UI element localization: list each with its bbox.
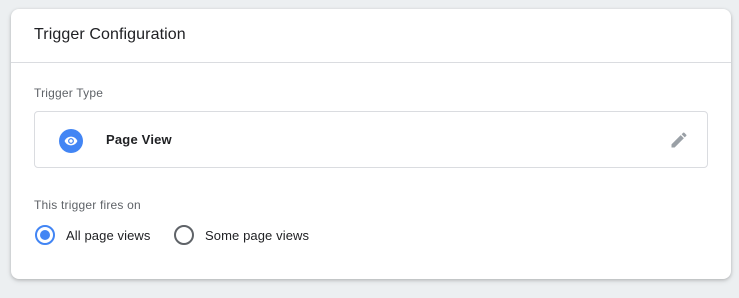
trigger-configuration-card: Trigger Configuration Trigger Type Page … [11, 9, 731, 279]
trigger-type-label: Trigger Type [34, 86, 104, 100]
card-title: Trigger Configuration [34, 26, 186, 43]
radio-checked-icon[interactable] [35, 225, 55, 245]
trigger-type-name: Page View [106, 132, 172, 147]
trigger-type-selector[interactable]: Page View [34, 111, 708, 168]
eye-icon [59, 129, 83, 153]
radio-some-page-views[interactable]: Some page views [174, 224, 309, 246]
radio-label: All page views [66, 227, 151, 243]
radio-unchecked-icon[interactable] [174, 225, 194, 245]
card-header: Trigger Configuration [11, 9, 731, 63]
fires-on-label: This trigger fires on [34, 198, 141, 212]
radio-label: Some page views [205, 227, 310, 243]
pencil-icon[interactable] [669, 130, 689, 150]
radio-all-page-views[interactable]: All page views [35, 224, 151, 246]
